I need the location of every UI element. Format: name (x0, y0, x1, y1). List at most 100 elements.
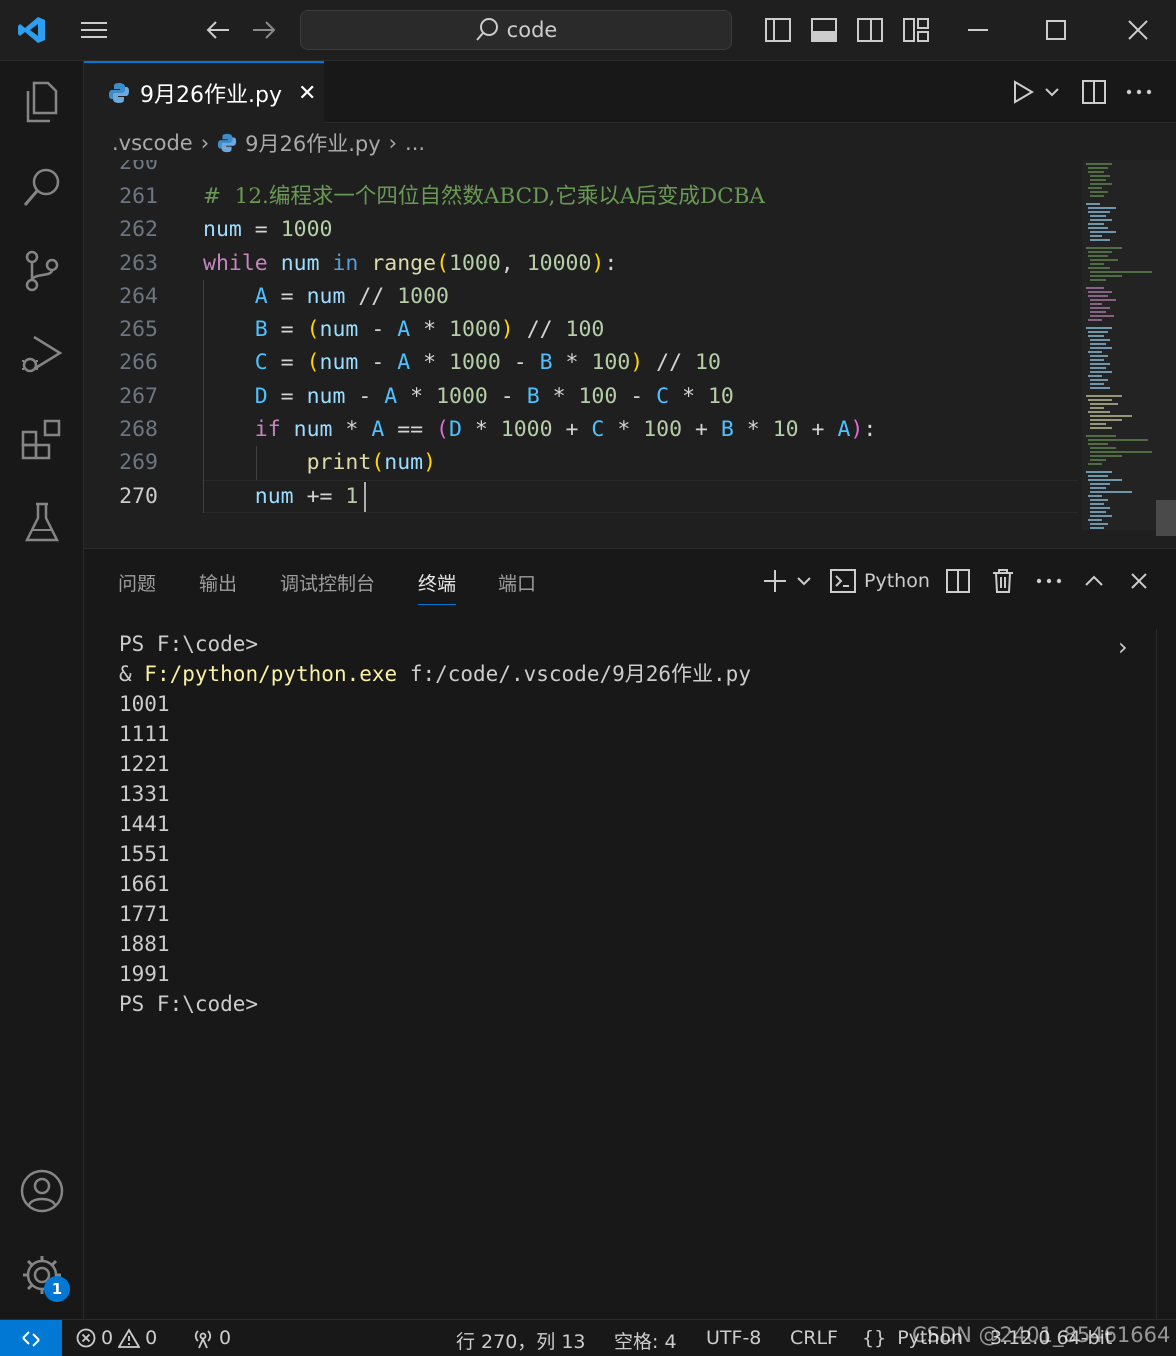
tab-ports[interactable]: 端口 (498, 569, 536, 596)
bottom-panel: 问题 输出 调试控制台 终端 端口 Python PS F:\code> & F:… (84, 548, 1176, 1319)
line-number: 260 (119, 160, 158, 175)
line-number: 270 (119, 484, 158, 509)
code-line: 264 A = num // 1000 (84, 280, 1074, 313)
terminal-name: Python (864, 570, 930, 592)
close-panel-icon[interactable] (1130, 565, 1148, 597)
source-control-icon[interactable] (0, 229, 84, 313)
terminal-output-line: 1331 (119, 782, 170, 806)
testing-icon[interactable] (0, 481, 84, 565)
chevron-right-icon[interactable]: › (1118, 633, 1128, 661)
code-line: 266 C = (num - A * 1000 - B * 100) // 10 (84, 346, 1074, 379)
error-count: 0 (101, 1327, 114, 1349)
problems-status[interactable]: 0 0 (76, 1327, 157, 1349)
terminal-output-line: 1661 (119, 872, 170, 896)
braces-icon: {} (862, 1327, 887, 1349)
indent-guide (256, 446, 257, 480)
run-debug-icon[interactable] (0, 313, 84, 397)
explorer-icon[interactable] (0, 61, 84, 145)
command-center-search[interactable]: code (300, 10, 732, 50)
line-number: 265 (119, 317, 158, 342)
terminal-prompt: PS F:\code> (119, 992, 259, 1016)
minimize-icon[interactable] (960, 12, 996, 48)
line-number: 268 (119, 417, 158, 442)
editor-tab-bar: 9月26作业.py ✕ (84, 61, 1176, 123)
trash-icon[interactable] (992, 565, 1014, 597)
minimap[interactable] (1082, 160, 1158, 540)
python-file-icon (109, 83, 129, 103)
new-terminal-icon[interactable] (762, 565, 788, 597)
encoding-status[interactable]: UTF-8 (706, 1327, 761, 1349)
extensions-icon[interactable] (0, 397, 84, 481)
menu-icon[interactable] (76, 12, 112, 48)
tab-output[interactable]: 输出 (199, 569, 237, 596)
code-editor[interactable]: 260 261 # 12.编程求一个四位自然数ABCD,它乘以A后变成DCBA 2… (84, 160, 1176, 548)
indentation-status[interactable]: 空格: 4 (614, 1327, 677, 1354)
close-icon[interactable] (1120, 12, 1156, 48)
tab-terminal[interactable]: 终端 (418, 569, 457, 605)
tab-active-file[interactable]: 9月26作业.py ✕ (84, 61, 324, 123)
terminal-scrollbar[interactable] (1156, 629, 1176, 1319)
broadcast-icon (194, 1330, 212, 1349)
accounts-icon[interactable] (0, 1149, 84, 1233)
remote-icon (22, 1330, 40, 1347)
eol-status[interactable]: CRLF (790, 1327, 838, 1349)
terminal-output-line: 1111 (119, 722, 170, 746)
chevron-down-icon[interactable] (1044, 75, 1060, 109)
code-line: 265 B = (num - A * 1000) // 100 (84, 313, 1074, 346)
error-icon (76, 1328, 96, 1348)
terminal-output-line: 1441 (119, 812, 170, 836)
text-cursor (364, 482, 366, 512)
forward-arrow-icon[interactable] (246, 12, 282, 48)
terminal-output-line: 1001 (119, 692, 170, 716)
tab-problems[interactable]: 问题 (118, 569, 156, 596)
cursor-position[interactable]: 行 270，列 13 (456, 1327, 586, 1354)
editor-scrollbar-thumb[interactable] (1156, 500, 1176, 536)
more-actions-icon[interactable] (1036, 565, 1062, 597)
customize-layout-icon[interactable] (898, 12, 934, 48)
code-line: 261 # 12.编程求一个四位自然数ABCD,它乘以A后变成DCBA (84, 180, 1074, 213)
line-number: 263 (119, 251, 158, 276)
terminal-output-line: 1991 (119, 962, 170, 986)
chevron-right-icon: › (200, 131, 210, 155)
remote-indicator[interactable] (0, 1320, 62, 1356)
code-line: 270 num += 1 (84, 480, 1074, 513)
terminal-output[interactable]: PS F:\code> & F:/python/python.exe f:/cod… (119, 629, 751, 1019)
terminal-output-line: 1551 (119, 842, 170, 866)
toggle-panel-icon[interactable] (806, 12, 842, 48)
split-terminal-icon[interactable] (946, 565, 970, 597)
maximize-icon[interactable] (1038, 12, 1074, 48)
code-line: 267 D = num - A * 1000 - B * 100 - C * 1… (84, 380, 1074, 413)
back-arrow-icon[interactable] (200, 12, 236, 48)
search-text: code (506, 18, 558, 42)
toggle-sidebar-icon[interactable] (760, 12, 796, 48)
code-line: 269 print(num) (84, 446, 1074, 479)
indent-guide (203, 280, 204, 513)
tab-debug-console[interactable]: 调试控制台 (280, 569, 375, 596)
tab-close-icon[interactable]: ✕ (298, 81, 316, 106)
terminal-command: & F:/python/python.exe f:/code/.vscode/9… (119, 662, 751, 686)
terminal-output-line: 1771 (119, 902, 170, 926)
search-icon (475, 18, 498, 41)
line-number: 269 (119, 450, 158, 475)
ports-status[interactable]: 0 (192, 1327, 231, 1349)
code-line: 262 num = 1000 (84, 213, 1074, 246)
settings-badge: 1 (44, 1276, 70, 1302)
split-editor-icon[interactable] (1082, 75, 1106, 109)
more-actions-icon[interactable] (1126, 75, 1152, 109)
line-number: 267 (119, 384, 158, 409)
code-line: 268 if num * A == (D * 1000 + C * 100 + … (84, 413, 1074, 446)
settings-gear-icon[interactable] (0, 1233, 84, 1317)
search-icon[interactable] (0, 145, 84, 229)
breadcrumb-symbol[interactable]: ... (405, 131, 425, 155)
code-line: 260 (84, 160, 1074, 179)
breadcrumb-file[interactable]: 9月26作业.py (245, 128, 381, 158)
breadcrumb-folder[interactable]: .vscode (112, 131, 193, 155)
chevron-down-icon[interactable] (796, 565, 812, 597)
run-icon[interactable] (1012, 75, 1034, 109)
title-bar: code (0, 0, 1176, 61)
maximize-panel-icon[interactable] (1084, 565, 1104, 597)
toggle-secondary-sidebar-icon[interactable] (852, 12, 888, 48)
watermark: CSDN @2401_85461664 (912, 1323, 1171, 1347)
code-comment: # 12.编程求一个四位自然数ABCD,它乘以A后变成DCBA (203, 184, 765, 209)
terminal-selector[interactable]: Python (830, 565, 930, 597)
